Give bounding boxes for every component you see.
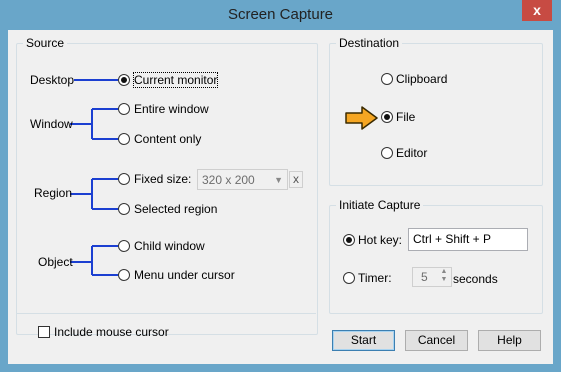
selected-region-label[interactable]: Selected region (134, 202, 217, 216)
content-only-label[interactable]: Content only (134, 132, 201, 146)
timer-value: 5 (421, 270, 428, 284)
fixed-size-select[interactable]: 320 x 200 ▼ (197, 169, 288, 190)
fixed-size-value: 320 x 200 (202, 173, 255, 187)
fixed-size-clear-button[interactable]: x (289, 171, 303, 188)
current-monitor-radio[interactable] (118, 74, 130, 86)
selected-region-radio[interactable] (118, 203, 130, 215)
timer-spinner[interactable]: 5 ▲ ▼ (412, 267, 452, 287)
file-label[interactable]: File (396, 110, 415, 124)
current-monitor-label[interactable]: Current monitor (132, 72, 219, 88)
close-button[interactable]: x (522, 0, 552, 21)
menu-under-cursor-radio[interactable] (118, 269, 130, 281)
spinner-arrows-icon: ▲ ▼ (440, 268, 448, 283)
entire-window-radio[interactable] (118, 103, 130, 115)
include-mouse-cursor-checkbox[interactable] (38, 326, 50, 338)
source-legend: Source (23, 36, 68, 50)
initiate-capture-group: Initiate Capture (329, 198, 543, 314)
timer-radio[interactable] (343, 272, 355, 284)
editor-label[interactable]: Editor (396, 146, 427, 160)
initiate-capture-legend: Initiate Capture (336, 198, 424, 212)
hotkey-radio[interactable] (343, 234, 355, 246)
window-label: Window (30, 117, 73, 131)
cancel-button[interactable]: Cancel (405, 330, 468, 351)
hotkey-field[interactable]: Ctrl + Shift + P (408, 228, 528, 251)
fixed-size-radio[interactable] (118, 173, 130, 185)
fixed-size-label[interactable]: Fixed size: (134, 172, 191, 186)
dialog-client-area: Source Desktop Window Region Object Curr… (8, 30, 553, 364)
clipboard-label[interactable]: Clipboard (396, 72, 447, 86)
entire-window-label[interactable]: Entire window (134, 102, 209, 116)
help-button[interactable]: Help (478, 330, 541, 351)
window-title: Screen Capture (227, 6, 334, 23)
include-mouse-cursor-label[interactable]: Include mouse cursor (54, 325, 169, 339)
chevron-down-icon: ▼ (274, 175, 283, 185)
child-window-label[interactable]: Child window (134, 239, 205, 253)
child-window-radio[interactable] (118, 240, 130, 252)
start-button[interactable]: Start (332, 330, 395, 351)
file-radio[interactable] (381, 111, 393, 123)
timer-unit-label: seconds (453, 272, 498, 286)
desktop-label: Desktop (30, 73, 75, 87)
destination-legend: Destination (336, 36, 403, 50)
hotkey-label[interactable]: Hot key: (358, 233, 402, 247)
timer-label[interactable]: Timer: (358, 271, 392, 285)
region-label: Region (34, 186, 73, 200)
source-divider (17, 313, 316, 314)
hotkey-value: Ctrl + Shift + P (413, 232, 492, 246)
clipboard-radio[interactable] (381, 73, 393, 85)
menu-under-cursor-label[interactable]: Menu under cursor (134, 268, 235, 282)
content-only-radio[interactable] (118, 133, 130, 145)
object-label: Object (38, 255, 73, 269)
arrow-icon (345, 106, 378, 130)
editor-radio[interactable] (381, 147, 393, 159)
title-bar: Screen Capture x (0, 0, 561, 30)
screen-capture-window: Screen Capture x Source Desktop Window R… (0, 0, 561, 372)
